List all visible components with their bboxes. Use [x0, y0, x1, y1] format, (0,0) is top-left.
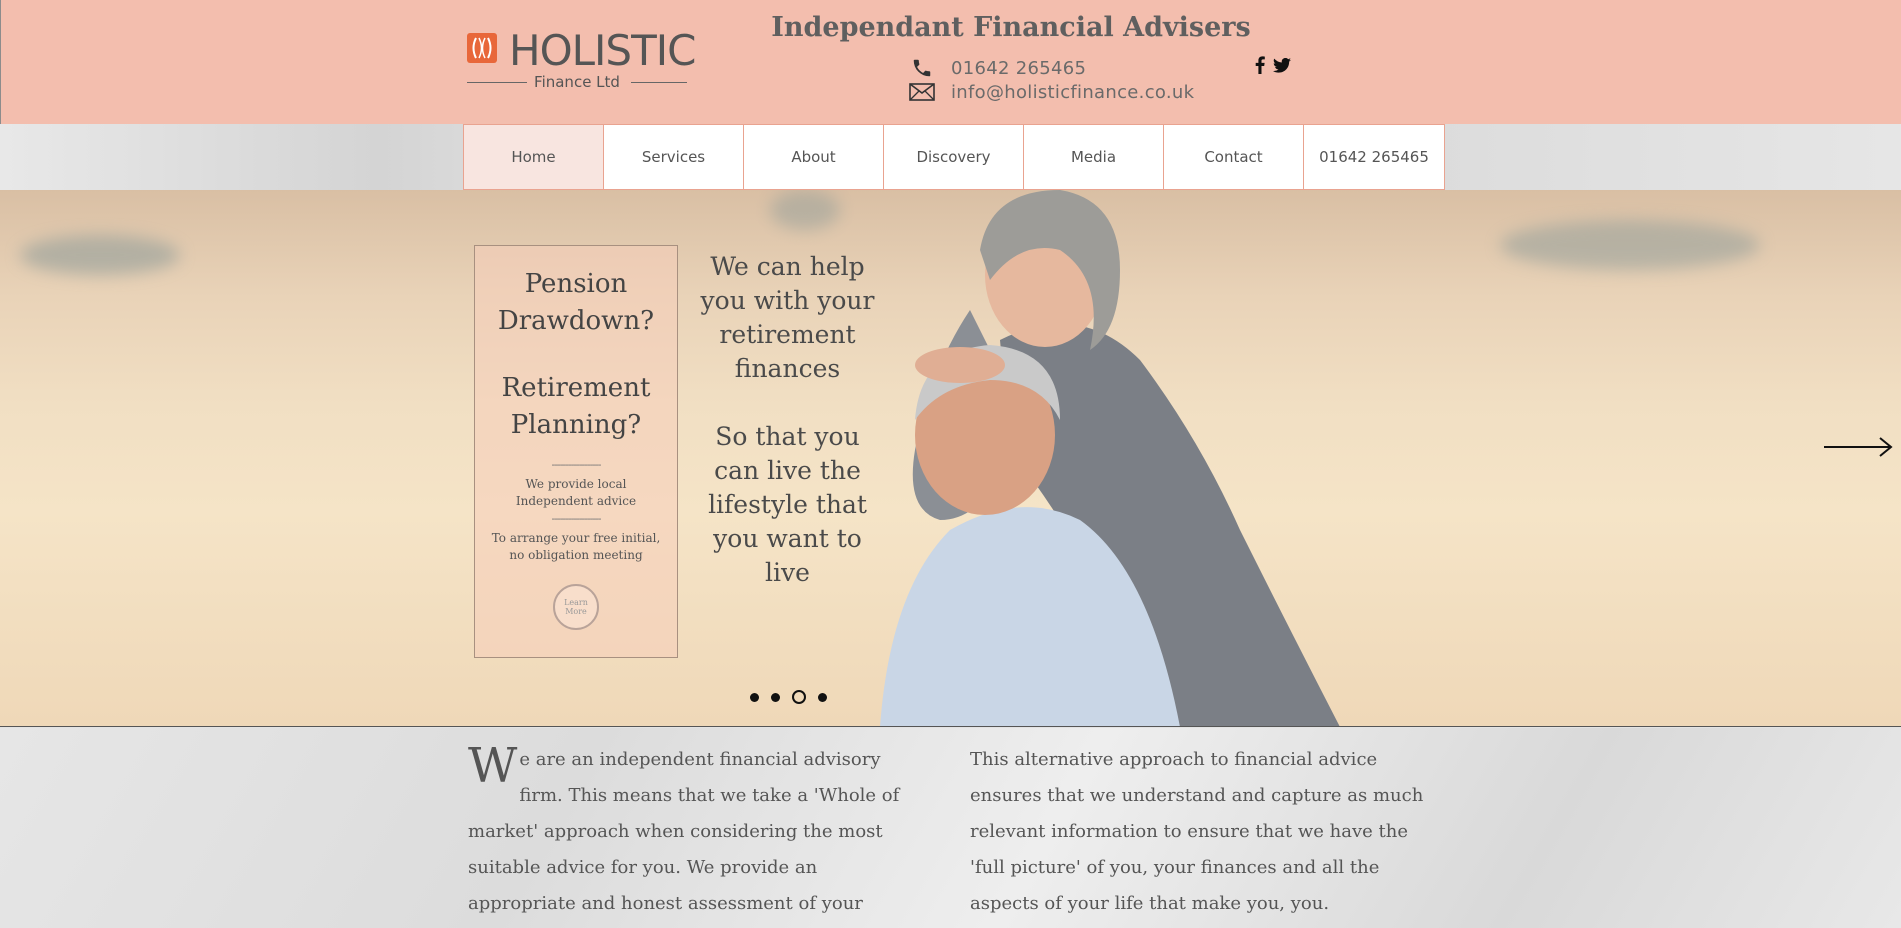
- nav-item-contact[interactable]: Contact: [1164, 125, 1304, 189]
- intro-text-left: e are an independent financial advisory …: [468, 749, 900, 914]
- logo-mark-icon: [467, 33, 497, 63]
- promo-divider: ------------------: [551, 512, 602, 525]
- hero-photo-couple: [880, 190, 1340, 726]
- site-header: HOLISTIC Finance Ltd Independant Financi…: [0, 0, 1901, 124]
- next-slide-arrow-icon[interactable]: [1824, 435, 1894, 464]
- hero-slideshow: Pension Drawdown? Retirement Planning? -…: [0, 190, 1901, 727]
- nav-item-phone[interactable]: 01642 265465: [1304, 125, 1444, 189]
- logo[interactable]: HOLISTIC Finance Ltd: [467, 27, 696, 92]
- twitter-icon[interactable]: [1273, 57, 1291, 78]
- intro-text-right: This alternative approach to financial a…: [970, 749, 1424, 914]
- nav-item-discovery[interactable]: Discovery: [884, 125, 1024, 189]
- slide-dot-3[interactable]: [792, 690, 806, 704]
- promo-heading-retirement: Retirement Planning?: [501, 373, 651, 440]
- slide-indicators: [750, 690, 827, 704]
- site-tagline: Independant Financial Advisers: [771, 12, 1251, 43]
- intro-column-right: This alternative approach to financial a…: [970, 742, 1430, 922]
- envelope-icon: [909, 81, 935, 103]
- background-boat-right: [1500, 220, 1760, 270]
- promo-text-local-advice: We provide local Independent advice: [515, 477, 637, 508]
- nav-item-home[interactable]: Home: [464, 125, 604, 189]
- slide-dot-2[interactable]: [771, 692, 780, 702]
- background-boat-left: [20, 235, 180, 275]
- promo-heading-pension: Pension Drawdown?: [497, 269, 655, 336]
- intro-column-left: W e are an independent financial advisor…: [468, 742, 928, 928]
- phone-number[interactable]: 01642 265465: [951, 58, 1086, 79]
- nav-item-media[interactable]: Media: [1024, 125, 1164, 189]
- hero-text-lifestyle: So that you can live the lifestyle that …: [708, 422, 867, 587]
- hero-headline: We can help you with your retirement fin…: [690, 250, 885, 590]
- email-address[interactable]: info@holisticfinance.co.uk: [951, 82, 1194, 103]
- promo-text-meeting: To arrange your free initial, no obligat…: [491, 531, 661, 562]
- phone-contact[interactable]: 01642 265465: [909, 57, 1086, 79]
- nav-item-about[interactable]: About: [744, 125, 884, 189]
- promo-divider: ------------------: [551, 458, 602, 471]
- hero-text-help: We can help you with your retirement fin…: [700, 252, 875, 383]
- nav-item-services[interactable]: Services: [604, 125, 744, 189]
- learn-more-button[interactable]: Learn More: [553, 584, 599, 630]
- email-contact[interactable]: info@holisticfinance.co.uk: [909, 81, 1194, 103]
- logo-subtitle: Finance Ltd: [534, 73, 620, 91]
- promo-box: Pension Drawdown? Retirement Planning? -…: [474, 245, 678, 658]
- phone-icon: [909, 57, 935, 79]
- social-links: [1255, 56, 1291, 79]
- drop-cap: W: [468, 738, 518, 794]
- logo-wordmark: HOLISTIC: [509, 26, 696, 75]
- main-nav: Home Services About Discovery Media Cont…: [463, 124, 1445, 190]
- slide-dot-1[interactable]: [750, 692, 759, 702]
- intro-section: W e are an independent financial advisor…: [0, 728, 1901, 928]
- slide-dot-4[interactable]: [818, 692, 827, 702]
- facebook-icon[interactable]: [1255, 56, 1265, 79]
